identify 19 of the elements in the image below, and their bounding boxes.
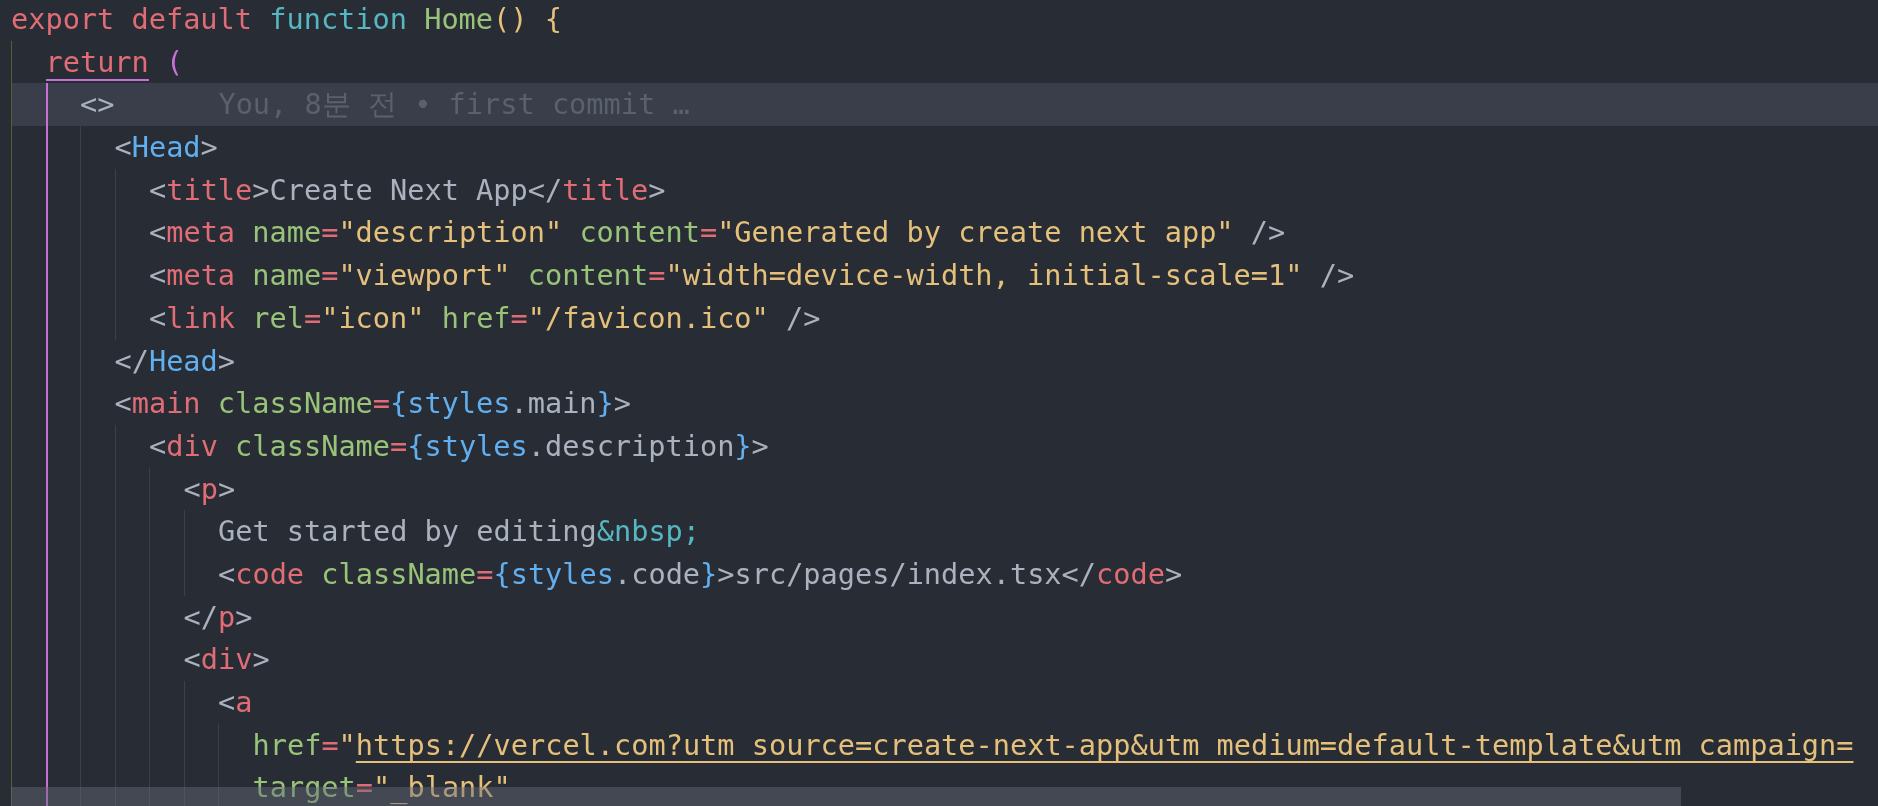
code-line: <code className={styles.code}>src/pages/index.tsx</code> — [218, 555, 1183, 593]
code-line: <Head> — [114, 129, 218, 167]
code-line: <link rel="icon" href="/favicon.ico" /> — [149, 299, 821, 337]
code-line: <title>Create Next App</title> — [149, 171, 666, 209]
code-line: target="_blank" — [252, 769, 511, 806]
code-line: </p> — [183, 598, 253, 636]
code-line: <meta name="description" content="Generated by create next app" /> — [149, 214, 1286, 252]
code-line: export default function Home() { — [11, 1, 562, 38]
code-line: href="https://vercel.com?utm_source=create-next-app&utm_medium=default-template&utm_campaign= — [252, 726, 1854, 764]
code-line: <meta name="viewport" content="width=device-width, initial-scale=1" /> — [149, 257, 1355, 295]
code-line: Get started by editing&nbsp; — [218, 513, 701, 551]
code-line: </Head> — [114, 342, 236, 380]
code-line: <a — [218, 684, 253, 721]
code-line: <> — [80, 86, 115, 124]
code-line: <main className={styles.main}> — [114, 385, 631, 423]
code-line: <div className={styles.description}> — [149, 427, 769, 465]
code-line: <p> — [183, 470, 236, 508]
code-line: return ( — [45, 43, 184, 83]
code-line: <div> — [183, 641, 270, 679]
